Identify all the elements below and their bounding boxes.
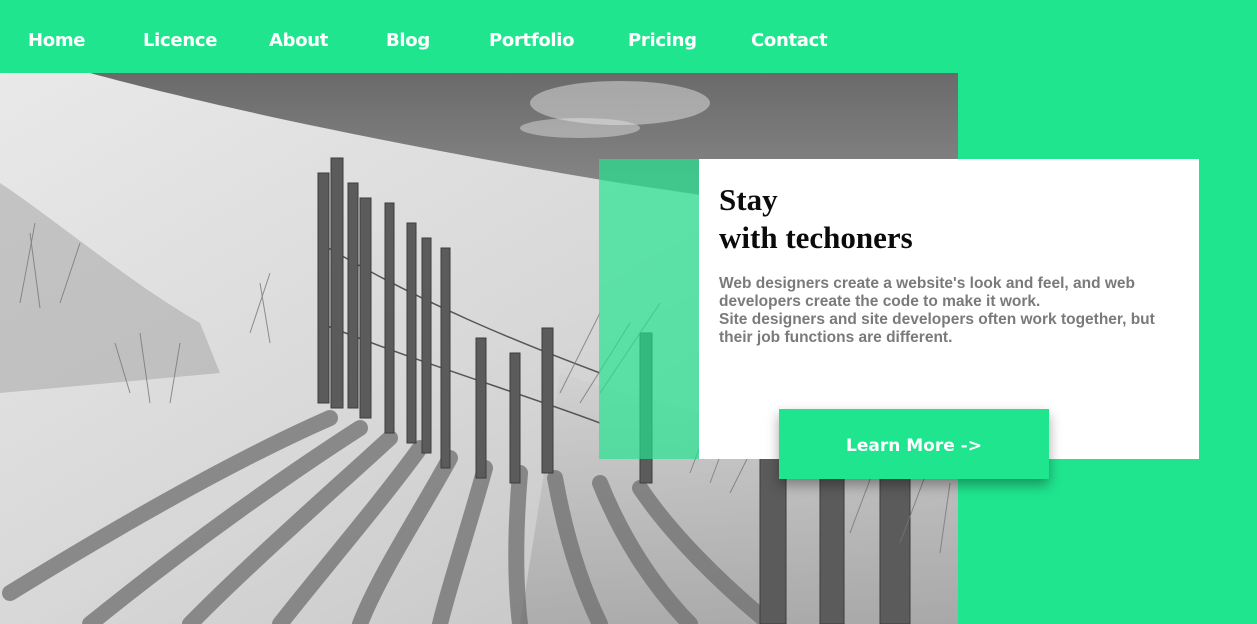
nav-pricing-link[interactable]: Pricing <box>628 30 697 51</box>
hero-description: Web designers create a website's look an… <box>719 275 1189 347</box>
hero-title-line-1: Stay <box>719 182 778 217</box>
nav-portfolio-link[interactable]: Portfolio <box>489 30 575 51</box>
accent-overlay-panel <box>599 159 700 459</box>
hero-description-line-4: their job functions are different. <box>719 329 953 346</box>
nav-licence-link[interactable]: Licence <box>143 30 217 51</box>
nav-about-link[interactable]: About <box>269 30 328 51</box>
hero-description-line-2: developers create the code to make it wo… <box>719 293 1041 310</box>
nav-blog-link[interactable]: Blog <box>386 30 430 51</box>
hero-title-line-2: with techoners <box>719 220 913 255</box>
nav-contact-link[interactable]: Contact <box>751 30 828 51</box>
nav-home-link[interactable]: Home <box>28 30 86 51</box>
hero-description-line-1: Web designers create a website's look an… <box>719 275 1136 292</box>
hero-title: Stay with techoners <box>719 181 913 257</box>
hero-description-line-3: Site designers and site developers often… <box>719 311 1155 328</box>
learn-more-button[interactable]: Learn More -> <box>779 409 1049 479</box>
top-navigation: Home Licence About Blog Portfolio Pricin… <box>0 0 1257 73</box>
